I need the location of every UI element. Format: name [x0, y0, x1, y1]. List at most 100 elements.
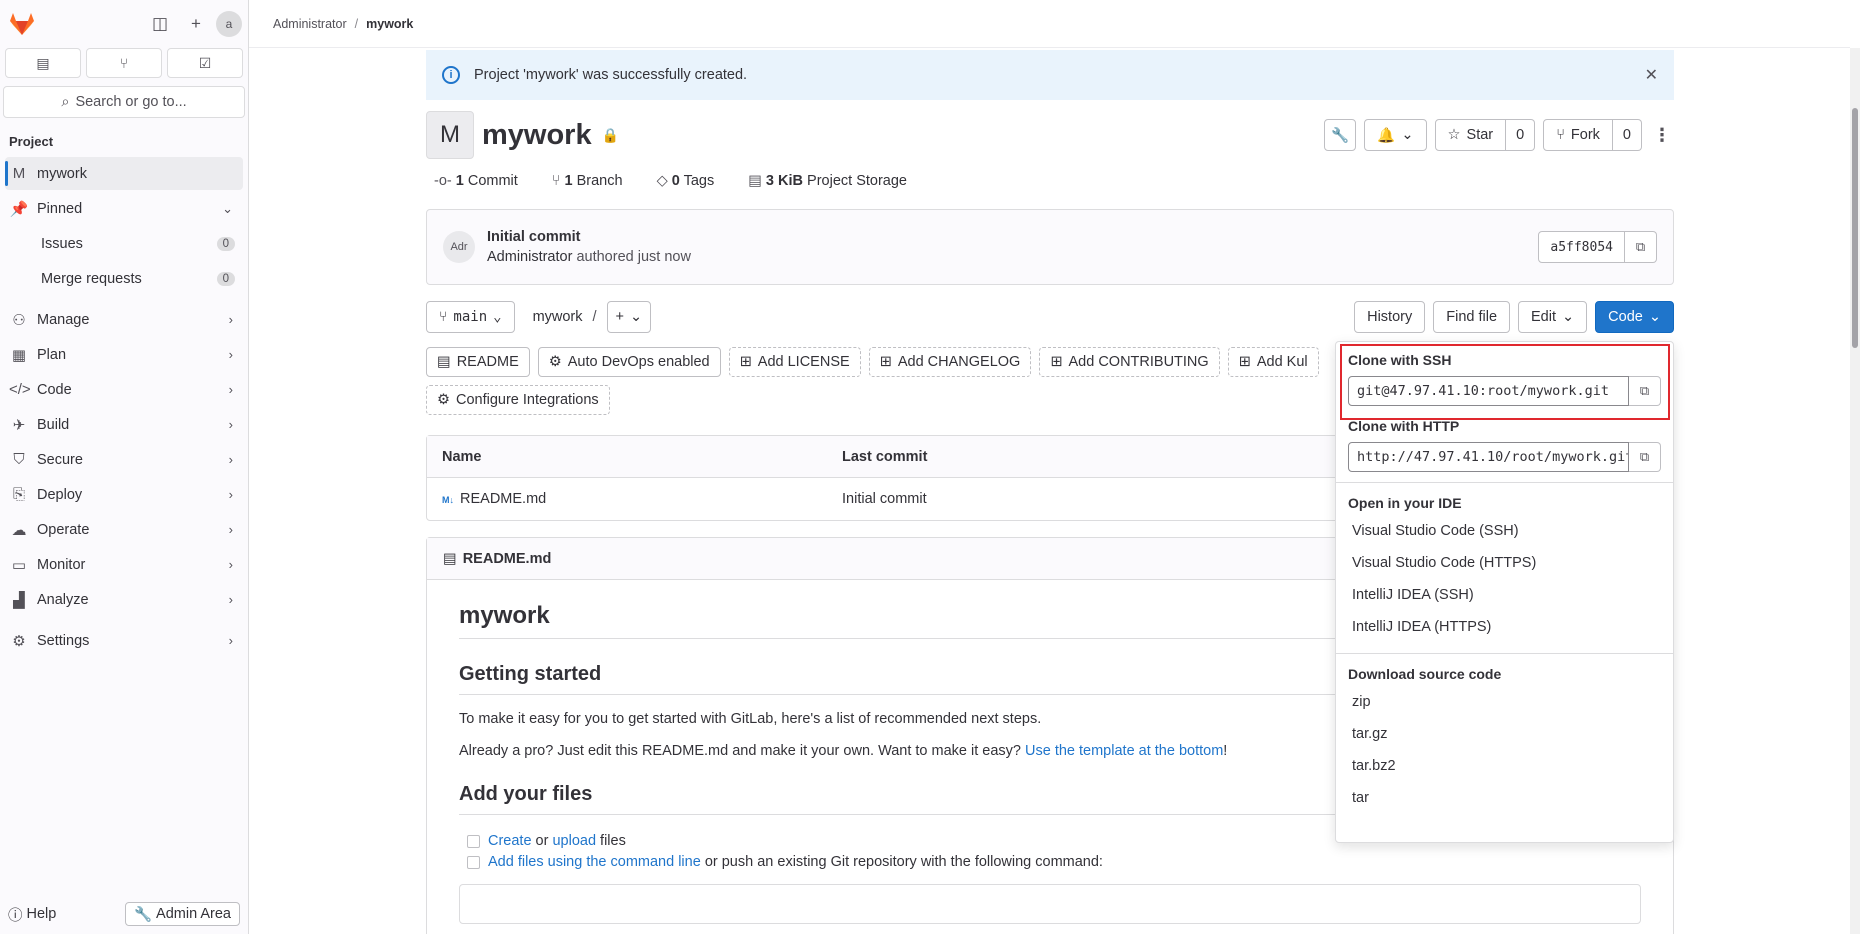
breadcrumb-parent-link[interactable]: Administrator: [273, 17, 347, 31]
search-button[interactable]: ⌕ Search or go to...: [3, 86, 245, 118]
fork-count[interactable]: 0: [1612, 119, 1642, 151]
tags-stat[interactable]: ◇ 0 Tags: [657, 173, 715, 189]
ide-intellij-https[interactable]: IntelliJ IDEA (HTTPS): [1336, 611, 1673, 643]
create-new-icon[interactable]: +: [180, 8, 212, 40]
auto-devops-pill[interactable]: ⚙ Auto DevOps enabled: [537, 347, 721, 377]
user-avatar[interactable]: a: [216, 11, 242, 37]
http-url-input[interactable]: http://47.97.41.10/root/mywork.git: [1348, 442, 1629, 472]
sidebar-item-pinned[interactable]: 📌 Pinned ⌄: [5, 192, 243, 225]
configure-integrations-pill[interactable]: ⚙ Configure Integrations: [426, 385, 610, 415]
readme-file-name[interactable]: README.md: [463, 551, 552, 567]
ide-intellij-ssh[interactable]: IntelliJ IDEA (SSH): [1336, 579, 1673, 611]
breadcrumb-current[interactable]: mywork: [366, 17, 413, 31]
star-button[interactable]: ☆ Star: [1434, 119, 1507, 151]
sidebar-item-secure[interactable]: ⛉ Secure ›: [5, 443, 243, 476]
deploy-icon: ⎘: [12, 486, 25, 503]
sidebar-item-issues[interactable]: Issues 0: [5, 227, 243, 260]
download-tar[interactable]: tar: [1336, 782, 1673, 814]
fork-button[interactable]: ⑂ Fork: [1543, 119, 1613, 151]
storage-amount: 3 KiB: [765, 173, 803, 189]
download-tar-bz2[interactable]: tar.bz2: [1336, 750, 1673, 782]
todos-tab-icon[interactable]: ☑: [167, 48, 243, 78]
copy-ssh-icon[interactable]: ⧉: [1629, 376, 1661, 406]
notifications-button[interactable]: 🔔 ⌄: [1364, 119, 1427, 151]
download-tar-gz[interactable]: tar.gz: [1336, 718, 1673, 750]
project-shortcuts: ▤ README ⚙ Auto DevOps enabled ⊞ Add LICENS…: [426, 347, 1356, 415]
merge-requests-tab-icon[interactable]: ⑂: [86, 48, 162, 78]
ssh-url-input[interactable]: git@47.97.41.10:root/mywork.git: [1348, 376, 1629, 406]
ide-vscode-ssh[interactable]: Visual Studio Code (SSH): [1336, 515, 1673, 547]
fork-icon: ⑂: [1556, 127, 1565, 143]
edit-button[interactable]: Edit ⌄: [1518, 301, 1588, 333]
branch-selector[interactable]: ⑂ main ⌄: [426, 301, 515, 333]
sidebar-item-build[interactable]: ✈ Build ›: [5, 408, 243, 441]
commit-author[interactable]: Administrator: [487, 249, 572, 265]
commits-label: Commit: [467, 173, 518, 189]
settings-wrench-button[interactable]: 🔧: [1324, 119, 1357, 151]
info-icon: i: [442, 66, 460, 84]
commit-title[interactable]: Initial commit: [487, 229, 691, 245]
more-actions-icon[interactable]: ⋮: [1650, 125, 1674, 146]
sidebar-item-manage[interactable]: ⚇ Manage ›: [5, 303, 243, 336]
last-commit-box: Adr Initial commit Administrator authore…: [426, 209, 1674, 285]
upload-link[interactable]: upload: [552, 833, 596, 849]
issues-tab-icon[interactable]: ▤: [5, 48, 81, 78]
storage-stat[interactable]: ▤ 3 KiB Project Storage: [748, 173, 907, 189]
chevron-down-icon: ⌄: [222, 200, 233, 216]
sidebar-item-code[interactable]: </> Code ›: [5, 373, 243, 406]
pill-label: Add Kul: [1256, 354, 1308, 370]
code-block: [459, 884, 1641, 924]
markdown-icon: M↓: [442, 495, 454, 505]
history-button[interactable]: History: [1354, 301, 1426, 333]
repo-path-root[interactable]: mywork: [533, 309, 583, 325]
fork-label: Fork: [1570, 127, 1600, 143]
create-link[interactable]: Create: [488, 833, 532, 849]
sidebar-item-operate[interactable]: ☁ Operate ›: [5, 513, 243, 546]
template-link[interactable]: Use the template at the bottom: [1025, 743, 1223, 759]
page-scrollbar[interactable]: [1850, 48, 1860, 934]
admin-area-button[interactable]: 🔧 Admin Area: [124, 902, 240, 926]
add-contributing-pill[interactable]: ⊞ Add CONTRIBUTING: [1039, 347, 1220, 377]
scrollbar-thumb[interactable]: [1852, 108, 1858, 348]
readme-pill[interactable]: ▤ README: [426, 347, 530, 377]
gitlab-logo[interactable]: [6, 8, 38, 40]
sidebar-item-deploy[interactable]: ⎘ Deploy ›: [5, 478, 243, 511]
find-file-button[interactable]: Find file: [1433, 301, 1511, 333]
sidebar-footer: ⓘ Help 🔧 Admin Area: [0, 902, 248, 926]
ide-vscode-https[interactable]: Visual Studio Code (HTTPS): [1336, 547, 1673, 579]
commit-author-avatar[interactable]: Adr: [443, 231, 475, 263]
download-zip[interactable]: zip: [1336, 686, 1673, 718]
search-placeholder: Search or go to...: [75, 94, 187, 110]
commit-sha[interactable]: a5ff8054: [1538, 231, 1625, 263]
chevron-down-icon: ⌄: [1648, 309, 1661, 325]
sidebar-item-monitor[interactable]: ▭ Monitor ›: [5, 548, 243, 581]
sidebar-top: ◫ + a: [0, 0, 248, 48]
sidebar-item-merge-requests[interactable]: Merge requests 0: [5, 262, 243, 295]
copy-sha-icon[interactable]: ⧉: [1625, 231, 1657, 263]
sidebar-item-analyze[interactable]: ▟ Analyze ›: [5, 583, 243, 616]
add-changelog-pill[interactable]: ⊞ Add CHANGELOG: [868, 347, 1032, 377]
help-button[interactable]: ⓘ Help: [8, 904, 56, 925]
commits-stat[interactable]: -o- 1 Commit: [434, 173, 518, 189]
paragraph-text: Already a pro? Just edit this README.md …: [459, 743, 1026, 759]
add-license-pill[interactable]: ⊞ Add LICENSE: [728, 347, 861, 377]
add-to-tree-button[interactable]: + ⌄: [606, 301, 652, 333]
task-checkbox[interactable]: [467, 855, 480, 869]
sidebar-item-plan[interactable]: ▦ Plan ›: [5, 338, 243, 371]
file-name[interactable]: README.md: [460, 491, 546, 507]
file-name-cell: M↓ README.md: [427, 491, 842, 507]
copy-http-icon[interactable]: ⧉: [1629, 442, 1661, 472]
branches-stat[interactable]: ⑂ 1 Branch: [552, 173, 623, 189]
toggle-sidebar-icon[interactable]: ◫: [144, 8, 176, 40]
commit-icon: -o-: [434, 173, 452, 189]
add-kubernetes-pill[interactable]: ⊞ Add Kul: [1227, 347, 1319, 377]
code-button[interactable]: Code ⌄: [1595, 301, 1674, 333]
sidebar-item-settings[interactable]: ⚙ Settings ›: [5, 624, 243, 657]
close-icon[interactable]: ✕: [1645, 65, 1658, 85]
task-checkbox[interactable]: [467, 834, 480, 848]
command-line-link[interactable]: Add files using the command line: [488, 854, 701, 870]
pill-label: Configure Integrations: [456, 392, 599, 408]
star-count[interactable]: 0: [1506, 119, 1536, 151]
plus-square-icon: ⊞: [1050, 354, 1063, 370]
sidebar-item-project[interactable]: M mywork: [5, 157, 243, 190]
